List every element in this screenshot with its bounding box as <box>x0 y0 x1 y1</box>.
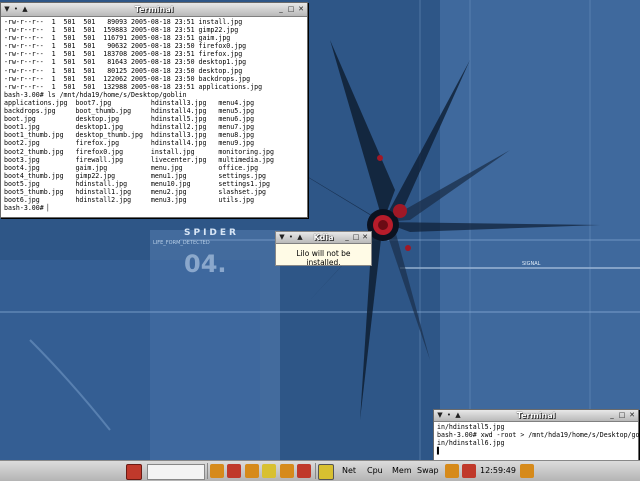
tray-icon[interactable] <box>520 464 534 478</box>
terminal-line: bash-3.00# ls /mnt/hda19/home/s/Desktop/… <box>4 90 187 99</box>
swap-monitor[interactable]: Swap <box>417 464 439 478</box>
terminal-line: boot3.jpg firewall.jpg livecenter.jpg mu… <box>4 155 274 164</box>
launcher-icon[interactable] <box>262 464 276 478</box>
terminal-line: boot5_thumb.jpg hdinstall1.jpg menu2.jpg… <box>4 187 267 196</box>
terminal-line: boot5.jpg hdinstall.jpg menu10.jpg setti… <box>4 179 270 188</box>
terminal-line: boot2_thumb.jpg firefox0.jpg install.jpg… <box>4 147 274 156</box>
net-monitor[interactable]: Net <box>342 464 356 478</box>
wallpaper-tag: SIGNAL <box>522 261 541 267</box>
wallpaper-code: LIFE_FORM_DETECTED <box>153 240 210 246</box>
launcher-icon[interactable] <box>210 464 224 478</box>
kdialog-popup[interactable]: ▼ • ▲ Kdia _ □ ✕ Lilo will not be instal… <box>275 231 372 267</box>
terminal-window-small[interactable]: ▼ • ▲ Terminal _ □ ✕ in/hdinstall5.jpg ba… <box>433 409 640 460</box>
terminal-line: bash-3.00# xwd -root > /mnt/hda19/home/s… <box>437 431 640 440</box>
close-icon[interactable]: ✕ <box>628 411 636 419</box>
clock[interactable]: 12:59:49 <box>480 464 516 478</box>
minimize-icon[interactable]: _ <box>608 411 616 419</box>
terminal-title: Terminal <box>134 5 174 14</box>
terminal-line: -rw-r--r-- 1 501 501 80125 2005-08-18 23… <box>4 66 243 75</box>
wallpaper-brand: SPIDER <box>184 228 239 238</box>
terminal-line: -rw-r--r-- 1 501 501 132988 2005-08-18 2… <box>4 82 263 91</box>
terminal-line: -rw-r--r-- 1 501 501 159883 2005-08-18 2… <box>4 26 239 35</box>
tray-icon[interactable] <box>462 464 476 478</box>
maximize-icon[interactable]: □ <box>352 233 360 241</box>
minimize-icon[interactable]: _ <box>343 233 351 241</box>
terminal-output[interactable]: -rw-r--r-- 1 501 501 89093 2005-08-18 23… <box>1 17 307 213</box>
terminal-line: -rw-r--r-- 1 501 501 81643 2005-08-18 23… <box>4 58 247 67</box>
terminal-small-titlebar[interactable]: ▼ • ▲ Terminal _ □ ✕ <box>434 410 638 422</box>
start-menu-icon[interactable] <box>126 464 142 480</box>
terminal-line: boot.jpg desktop.jpg hdinstall5.jpg menu… <box>4 115 255 124</box>
launcher-icon[interactable] <box>297 464 311 478</box>
terminal-line: boot4.jpg gaim.jpg menu.jpg office.jpg <box>4 163 259 172</box>
terminal-line: boot1_thumb.jpg desktop_thumb.jpg hdinst… <box>4 131 255 140</box>
popup-titlebar[interactable]: ▼ • ▲ Kdia _ □ ✕ <box>276 232 371 244</box>
terminal-line: in/hdinstall6.jpg <box>437 439 505 448</box>
maximize-icon[interactable]: □ <box>287 5 295 13</box>
mem-monitor[interactable]: Mem <box>392 464 412 478</box>
cpu-monitor[interactable]: Cpu <box>367 464 383 478</box>
taskbar-search-input[interactable] <box>147 464 205 480</box>
terminal-line: boot2.jpg firefox.jpg hdinstall4.jpg men… <box>4 139 255 148</box>
minimize-icon[interactable]: _ <box>277 5 285 13</box>
terminal-line: backdrops.jpg boot_thumb.jpg hdinstall4.… <box>4 107 255 116</box>
terminal-line: in/hdinstall5.jpg <box>437 423 505 431</box>
launcher-icon[interactable] <box>227 464 241 478</box>
popup-message: Lilo will not be installed. <box>296 249 351 267</box>
terminal-window[interactable]: ▼ • ▲ Terminal _ □ ✕ -rw-r--r-- 1 501 50… <box>0 2 308 218</box>
terminal-line: ▌ <box>437 447 441 456</box>
launcher-icon[interactable] <box>245 464 259 478</box>
tray-icon[interactable] <box>445 464 459 478</box>
terminal-titlebar[interactable]: ▼ • ▲ Terminal _ □ ✕ <box>1 3 307 17</box>
close-icon[interactable]: ✕ <box>361 233 369 241</box>
terminal-line: boot1.jpg desktop1.jpg hdinstall2.jpg me… <box>4 123 255 132</box>
terminal-line: -rw-r--r-- 1 501 501 122062 2005-08-18 2… <box>4 74 251 83</box>
close-icon[interactable]: ✕ <box>297 5 305 13</box>
desktop: SPIDER LIFE_FORM_DETECTED 04. SIGNAL ▼ •… <box>0 0 640 460</box>
taskbar-separator <box>315 463 316 479</box>
taskbar: Net Cpu Mem Swap 12:59:49 <box>0 460 640 481</box>
terminal-line: boot6.jpg hdinstall2.jpg menu3.jpg utils… <box>4 196 255 205</box>
terminal-line: bash-3.00# ▏ <box>4 204 52 213</box>
launcher-icon[interactable] <box>280 464 294 478</box>
terminal-small-output[interactable]: in/hdinstall5.jpg bash-3.00# xwd -root > … <box>434 422 640 456</box>
terminal-line: -rw-r--r-- 1 501 501 116791 2005-08-18 2… <box>4 34 231 43</box>
desktop-pager-icon[interactable] <box>318 464 334 480</box>
terminal-line: boot4_thumb.jpg gimp22.jpg menu1.jpg set… <box>4 171 267 180</box>
maximize-icon[interactable]: □ <box>618 411 626 419</box>
wallpaper-number: 04. <box>184 250 227 278</box>
terminal-line: -rw-r--r-- 1 501 501 90632 2005-08-18 23… <box>4 42 247 51</box>
terminal-line: -rw-r--r-- 1 501 501 89093 2005-08-18 23… <box>4 18 243 26</box>
taskbar-separator <box>207 463 208 479</box>
terminal-line: applications.jpg boot7.jpg hdinstall3.jp… <box>4 98 255 107</box>
terminal-line: -rw-r--r-- 1 501 501 183708 2005-08-18 2… <box>4 50 243 59</box>
